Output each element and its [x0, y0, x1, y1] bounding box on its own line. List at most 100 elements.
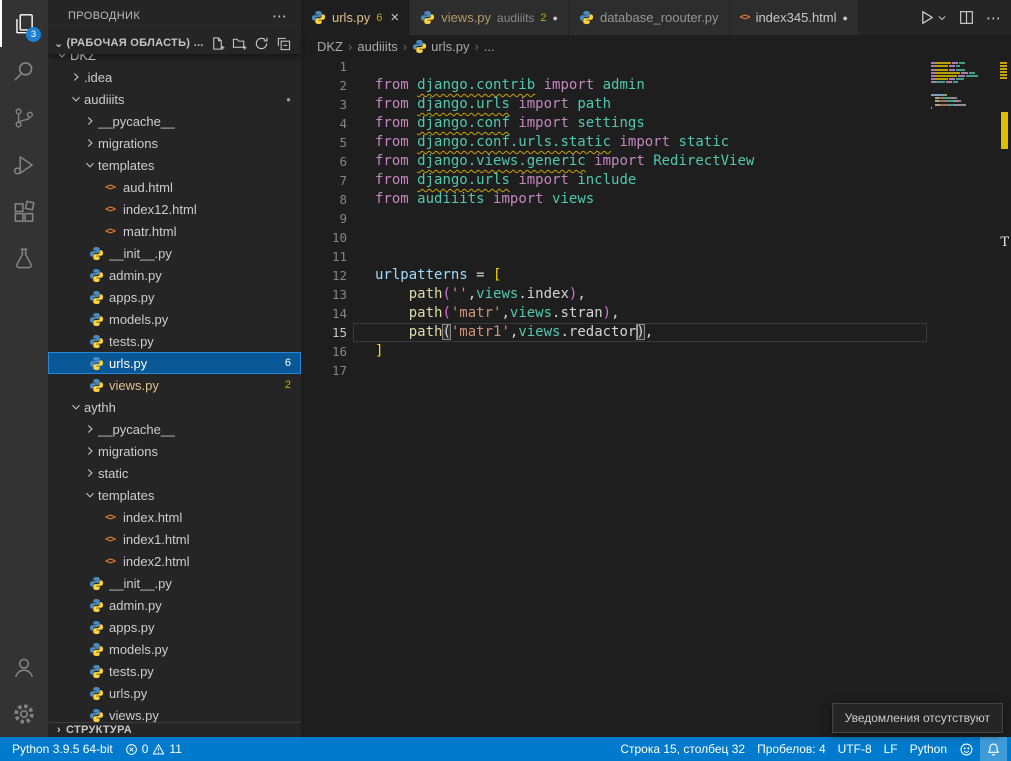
feedback-icon[interactable] — [953, 737, 980, 761]
tree-item-label: audiiits — [84, 92, 124, 107]
outline-label: СТРУКТУРА — [66, 724, 132, 736]
dirty-indicator-icon: ● — [843, 13, 848, 23]
tree-item-index.html[interactable]: <>index.html — [48, 506, 301, 528]
language-mode-status[interactable]: Python — [904, 737, 953, 761]
notifications-icon[interactable] — [980, 737, 1007, 761]
overview-ruler[interactable]: Т — [997, 57, 1011, 737]
tree-item-apps.py[interactable]: apps.py — [48, 286, 301, 308]
tree-item-models.py[interactable]: models.py — [48, 638, 301, 660]
activity-source-control-icon[interactable] — [0, 94, 48, 141]
editor-actions: ⋯ — [908, 0, 1011, 35]
tree-item-apps.py[interactable]: apps.py — [48, 616, 301, 638]
tree-item-admin.py[interactable]: admin.py — [48, 594, 301, 616]
tree-item-label: index1.html — [123, 532, 189, 547]
code-line-7: 7from django.urls import include — [301, 171, 1011, 190]
new-file-icon[interactable] — [210, 36, 225, 51]
tree-item-admin.py[interactable]: admin.py — [48, 264, 301, 286]
activity-run-debug-icon[interactable] — [0, 141, 48, 188]
tree-item-views.py[interactable]: views.py2 — [48, 374, 301, 396]
activity-testing-icon[interactable] — [0, 235, 48, 282]
tab-views.py[interactable]: views.pyaudiiits2● — [410, 0, 569, 35]
activity-settings-icon[interactable] — [0, 690, 48, 737]
collapse-all-icon[interactable] — [276, 36, 291, 51]
minimap[interactable] — [931, 57, 997, 113]
line-number: 8 — [301, 190, 353, 209]
activity-account-icon[interactable] — [0, 643, 48, 690]
cursor-position-status[interactable]: Строка 15, столбец 32 — [614, 737, 751, 761]
tree-item-urls.py[interactable]: urls.py6 — [48, 352, 301, 374]
tree-item-DKZ[interactable]: DKZ — [48, 54, 301, 66]
tree-item-views.py[interactable]: views.py — [48, 704, 301, 722]
status-bar: Python 3.9.5 64-bit011 Строка 15, столбе… — [0, 737, 1011, 761]
workspace-section-header[interactable]: ⌄ (РАБОЧАЯ ОБЛАСТЬ) ... — [48, 32, 301, 54]
tree-item-models.py[interactable]: models.py — [48, 308, 301, 330]
tree-item-index2.html[interactable]: <>index2.html — [48, 550, 301, 572]
python-file-icon — [88, 246, 104, 261]
tree-item-__pycache__[interactable]: __pycache__ — [48, 418, 301, 440]
tree-item-tests.py[interactable]: tests.py — [48, 330, 301, 352]
tab-index345.html[interactable]: <>index345.html● — [730, 0, 859, 35]
code-line-6: 6from django.views.generic import Redire… — [301, 152, 1011, 171]
tree-item-label: __pycache__ — [98, 422, 175, 437]
code-line-17: 17 — [301, 361, 1011, 380]
chevron-sep-icon: › — [348, 39, 352, 54]
tree-item-urls.py[interactable]: urls.py — [48, 682, 301, 704]
tab-database_roouter.py[interactable]: database_roouter.py — [569, 0, 730, 35]
workspace-label: (РАБОЧАЯ ОБЛАСТЬ) ... — [67, 37, 204, 49]
line-number: 13 — [301, 285, 353, 304]
split-editor-icon[interactable] — [958, 9, 975, 26]
tabs-container: urls.py6×views.pyaudiiits2●database_roou… — [301, 0, 859, 35]
tree-item-migrations[interactable]: migrations — [48, 132, 301, 154]
tab-description: audiiits — [497, 11, 534, 25]
breadcrumb-item[interactable]: audiiits — [357, 39, 397, 54]
tree-item-index1.html[interactable]: <>index1.html — [48, 528, 301, 550]
tree-item-label: templates — [98, 158, 154, 173]
activity-search-icon[interactable] — [0, 47, 48, 94]
tree-item-templates[interactable]: templates — [48, 154, 301, 176]
code-line-3: 3from django.urls import path — [301, 95, 1011, 114]
warning-count: 11 — [169, 742, 181, 756]
tree-item-migrations[interactable]: migrations — [48, 440, 301, 462]
line-number: 9 — [301, 209, 353, 228]
tree-item-label: __pycache__ — [98, 114, 175, 129]
python-icon — [311, 10, 326, 25]
tree-item-aud.html[interactable]: <>aud.html — [48, 176, 301, 198]
python-version-status[interactable]: Python 3.9.5 64-bit — [6, 737, 119, 761]
breadcrumb-item[interactable]: DKZ — [317, 39, 343, 54]
tree-item-matr.html[interactable]: <>matr.html — [48, 220, 301, 242]
code-editor[interactable]: 12from django.contrib import admin3from … — [301, 57, 1011, 737]
eol-status[interactable]: LF — [878, 737, 904, 761]
indentation-status[interactable]: Пробелов: 4 — [751, 737, 832, 761]
refresh-icon[interactable] — [254, 36, 269, 51]
tree-item-tests.py[interactable]: tests.py — [48, 660, 301, 682]
more-actions-icon[interactable]: ⋯ — [272, 7, 287, 25]
new-folder-icon[interactable] — [232, 36, 247, 51]
tree-item-audiiits[interactable]: audiiits● — [48, 88, 301, 110]
more-icon[interactable]: ⋯ — [986, 9, 1001, 27]
tree-item-aythh[interactable]: aythh — [48, 396, 301, 418]
tree-item-__init__.py[interactable]: __init__.py — [48, 242, 301, 264]
tree-item-__init__.py[interactable]: __init__.py — [48, 572, 301, 594]
breadcrumb-label: audiiits — [357, 39, 397, 54]
code-line-1: 1 — [301, 57, 1011, 76]
code-lines: 12from django.contrib import admin3from … — [301, 57, 1011, 380]
breadcrumb-item[interactable]: ... — [484, 39, 495, 54]
chevron-down-icon: ⌄ — [54, 37, 64, 50]
activity-explorer-icon[interactable]: 3 — [0, 0, 48, 47]
run-icon[interactable] — [918, 9, 947, 26]
tree-item-index12.html[interactable]: <>index12.html — [48, 198, 301, 220]
tree-item-static[interactable]: static — [48, 462, 301, 484]
close-icon[interactable]: × — [390, 10, 399, 25]
tree-item-templates[interactable]: templates — [48, 484, 301, 506]
encoding-status[interactable]: UTF-8 — [832, 737, 878, 761]
tree-item-__pycache__[interactable]: __pycache__ — [48, 110, 301, 132]
problems-status[interactable]: 011 — [119, 737, 188, 761]
tab-urls.py[interactable]: urls.py6× — [301, 0, 410, 35]
breadcrumb-item[interactable]: urls.py — [412, 39, 469, 54]
chevron-right-icon — [82, 444, 98, 458]
tree-item-.idea[interactable]: .idea — [48, 66, 301, 88]
activity-extensions-icon[interactable] — [0, 188, 48, 235]
outline-section-header[interactable]: › СТРУКТУРА — [48, 722, 301, 737]
editor-area: urls.py6×views.pyaudiiits2●database_roou… — [301, 0, 1011, 737]
chevron-down-icon — [54, 54, 70, 62]
